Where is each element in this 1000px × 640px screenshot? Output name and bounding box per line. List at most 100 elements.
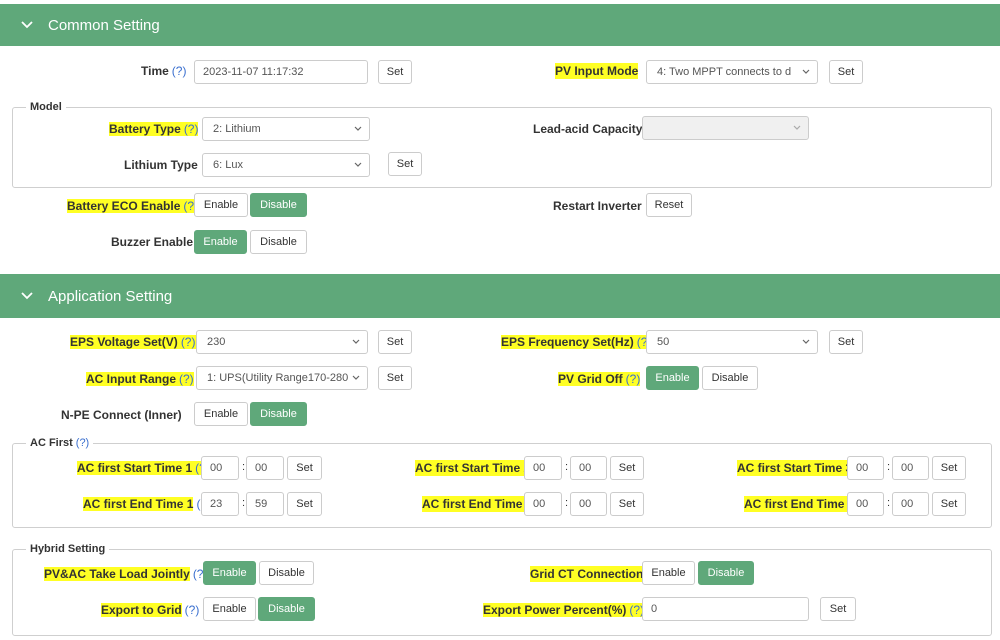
help-link[interactable]: (?) (172, 64, 187, 78)
lithium-type-label: Lithium Type (124, 158, 198, 172)
ac-first-start-1-minute-input[interactable] (246, 456, 284, 480)
ac-first-start-3-set-button[interactable]: Set (932, 456, 966, 480)
ac-first-start-2-minute-input[interactable] (570, 456, 607, 480)
lead-acid-capacity-select[interactable] (642, 116, 809, 140)
battery-eco-disable-button[interactable]: Disable (250, 193, 307, 217)
ac-input-range-select[interactable]: 1: UPS(Utility Range170-280 (196, 366, 368, 390)
help-link[interactable]: (?) (76, 437, 89, 449)
restart-inverter-reset-button[interactable]: Reset (646, 193, 692, 217)
export-power-percent-set-button[interactable]: Set (820, 597, 856, 621)
pv-ac-take-load-label: PV&AC Take Load Jointly (?) (44, 567, 208, 581)
application-setting-header[interactable]: Application Setting (0, 274, 1000, 318)
eps-frequency-label: EPS Frequency Set(Hz) (?) (501, 335, 652, 349)
eps-frequency-set-button[interactable]: Set (829, 330, 863, 354)
model-fieldset (12, 107, 992, 188)
ac-first-fieldset (12, 443, 992, 528)
ac-first-start-2-hour-input[interactable] (524, 456, 562, 480)
ac-input-range-set-button[interactable]: Set (378, 366, 412, 390)
npe-connect-label: N-PE Connect (Inner) (61, 408, 182, 422)
ac-first-end-3-set-button[interactable]: Set (932, 492, 966, 516)
eps-voltage-set-button[interactable]: Set (378, 330, 412, 354)
ac-first-start-3-minute-input[interactable] (892, 456, 929, 480)
help-link[interactable]: (?) (179, 372, 194, 386)
eps-voltage-label: EPS Voltage Set(V) (?) (70, 334, 209, 350)
lithium-type-value: 6: Lux (213, 159, 243, 171)
ac-first-end-2-minute-input[interactable] (570, 492, 607, 516)
ac-first-start-1-hour-input[interactable] (201, 456, 239, 480)
pv-ac-take-load-enable-button[interactable]: Enable (203, 561, 256, 585)
ac-input-range-value: 1: UPS(Utility Range170-280 (207, 372, 349, 384)
buzzer-disable-button[interactable]: Disable (250, 230, 307, 254)
ac-first-end-1-hour-input[interactable] (201, 492, 239, 516)
battery-eco-enable-button[interactable]: Enable (194, 193, 248, 217)
pv-input-mode-value: 4: Two MPPT connects to d (657, 66, 792, 78)
battery-type-label: Battery Type (?) (109, 122, 199, 136)
chevron-down-icon (351, 373, 361, 383)
grid-ct-connection-label: Grid CT Connection (530, 566, 644, 582)
export-to-grid-label: Export to Grid (?) (101, 603, 200, 617)
ac-first-end-3-hour-input[interactable] (847, 492, 884, 516)
ac-first-start-1-set-button[interactable]: Set (287, 456, 322, 480)
restart-inverter-label: Restart Inverter (553, 199, 642, 213)
ac-first-start-2-set-button[interactable]: Set (610, 456, 644, 480)
ac-first-end-time-2-label: AC first End Time 2 (422, 496, 533, 512)
time-separator: : (565, 497, 569, 509)
pv-input-mode-set-button[interactable]: Set (829, 60, 863, 84)
time-set-button[interactable]: Set (378, 60, 412, 84)
hybrid-setting-fieldset (12, 549, 992, 636)
help-link[interactable]: (?) (184, 122, 199, 136)
lead-acid-capacity-label: Lead-acid Capacity (533, 122, 643, 136)
ac-first-end-2-set-button[interactable]: Set (610, 492, 644, 516)
common-setting-header[interactable]: Common Setting (0, 4, 1000, 46)
eps-voltage-value: 230 (207, 336, 226, 348)
ac-first-start-3-hour-input[interactable] (847, 456, 884, 480)
ac-input-range-label: AC Input Range (?) (86, 372, 194, 386)
chevron-down-icon (353, 124, 363, 134)
pv-grid-off-label: PV Grid Off (?) (558, 372, 641, 386)
chevron-down-icon (21, 21, 33, 29)
eps-voltage-select[interactable]: 230 (196, 330, 368, 354)
export-to-grid-disable-button[interactable]: Disable (258, 597, 315, 621)
time-separator: : (887, 461, 891, 473)
battery-type-select[interactable]: 2: Lithium (202, 117, 370, 141)
ac-first-end-1-minute-input[interactable] (246, 492, 284, 516)
eps-frequency-value: 50 (657, 336, 670, 348)
model-legend: Model (26, 100, 66, 114)
pv-grid-off-disable-button[interactable]: Disable (702, 366, 758, 390)
ac-first-end-2-hour-input[interactable] (524, 492, 562, 516)
ac-first-end-1-set-button[interactable]: Set (287, 492, 322, 516)
ac-first-start-time-1-label: AC first Start Time 1(?) (77, 460, 210, 476)
ac-first-end-3-minute-input[interactable] (892, 492, 929, 516)
hybrid-setting-legend: Hybrid Setting (26, 542, 110, 556)
grid-ct-disable-button[interactable]: Disable (698, 561, 754, 585)
eps-frequency-select[interactable]: 50 (646, 330, 818, 354)
common-setting-title: Common Setting (48, 16, 160, 34)
pv-ac-take-load-disable-button[interactable]: Disable (259, 561, 314, 585)
help-link[interactable]: (?) (185, 603, 200, 617)
lithium-type-select[interactable]: 6: Lux (202, 153, 370, 177)
chevron-down-icon (801, 67, 811, 77)
buzzer-enable-button[interactable]: Enable (194, 230, 247, 254)
time-separator: : (242, 497, 246, 509)
lithium-type-set-button[interactable]: Set (388, 152, 422, 176)
help-link[interactable]: (?) (181, 335, 196, 349)
pv-input-mode-label: PV Input Mode (555, 63, 639, 79)
ac-first-end-time-3-label: AC first End Time 3 (744, 496, 855, 512)
ac-first-start-time-2-label: AC first Start Time 2 (415, 460, 531, 476)
npe-disable-button[interactable]: Disable (250, 402, 307, 426)
battery-type-value: 2: Lithium (213, 123, 261, 135)
pv-grid-off-enable-button[interactable]: Enable (646, 366, 699, 390)
npe-enable-button[interactable]: Enable (194, 402, 248, 426)
export-to-grid-enable-button[interactable]: Enable (203, 597, 256, 621)
time-separator: : (242, 461, 246, 473)
time-input[interactable] (194, 60, 368, 84)
export-power-percent-input[interactable] (642, 597, 809, 621)
chevron-down-icon (353, 160, 363, 170)
help-link[interactable]: (?) (626, 372, 641, 386)
time-label: Time (?) (141, 64, 187, 78)
grid-ct-enable-button[interactable]: Enable (642, 561, 695, 585)
chevron-down-icon (792, 123, 802, 133)
pv-input-mode-select[interactable]: 4: Two MPPT connects to d (646, 60, 818, 84)
battery-eco-label: Battery ECO Enable (?) (67, 199, 199, 213)
application-setting-title: Application Setting (48, 287, 173, 305)
